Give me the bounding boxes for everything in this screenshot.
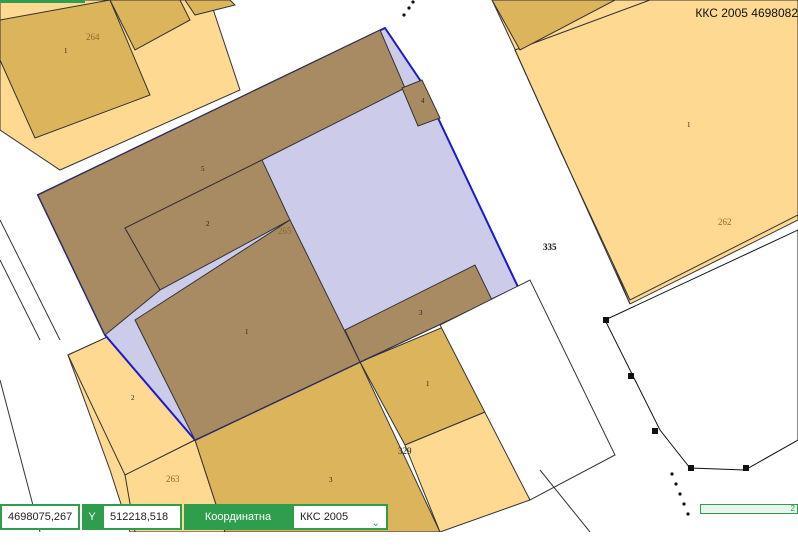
x-coordinate-field[interactable]: 4698075,267 xyxy=(0,504,80,530)
parcel-263-number: 263 xyxy=(166,474,180,484)
parcel-262-number: 262 xyxy=(718,217,732,227)
crs-readout: ККС 2005 4698082 xyxy=(695,6,798,20)
building-4-label: 4 xyxy=(421,97,425,105)
coordinate-bar: 4698075,267 Y 512218,518 Координатна сис… xyxy=(0,504,390,549)
building-263-3-label: 3 xyxy=(329,476,333,484)
building-264-label: 1 xyxy=(64,47,68,55)
parcel-265-number: 265 xyxy=(278,226,292,236)
building-2-label: 2 xyxy=(206,220,210,228)
building-1-right-label: 1 xyxy=(426,380,430,388)
parcel-329-number: 329 xyxy=(398,446,412,456)
street-335-label: 335 xyxy=(543,242,557,252)
parcel-264-number: 264 xyxy=(86,32,100,42)
cadastral-map[interactable]: 264 1 262 1 265 263 3 329 335 5 4 2 1 3 … xyxy=(0,0,798,532)
building-5-label: 5 xyxy=(201,165,205,173)
top-green-strip xyxy=(0,0,85,3)
building-262-label: 1 xyxy=(687,121,691,129)
building-1-label: 1 xyxy=(245,328,249,336)
coordinate-system-select[interactable]: ККС 2005 ⌄ xyxy=(292,504,388,530)
coordinate-system-value: ККС 2005 xyxy=(300,511,349,523)
y-coordinate-field[interactable]: 512218,518 xyxy=(102,504,182,530)
coordinate-system-label: Координатна система xyxy=(184,504,292,549)
scale-bar: 2 xyxy=(700,504,798,514)
building-3-label: 3 xyxy=(419,309,423,317)
building-2-left-label: 2 xyxy=(131,394,135,402)
y-label: Y xyxy=(82,504,102,530)
